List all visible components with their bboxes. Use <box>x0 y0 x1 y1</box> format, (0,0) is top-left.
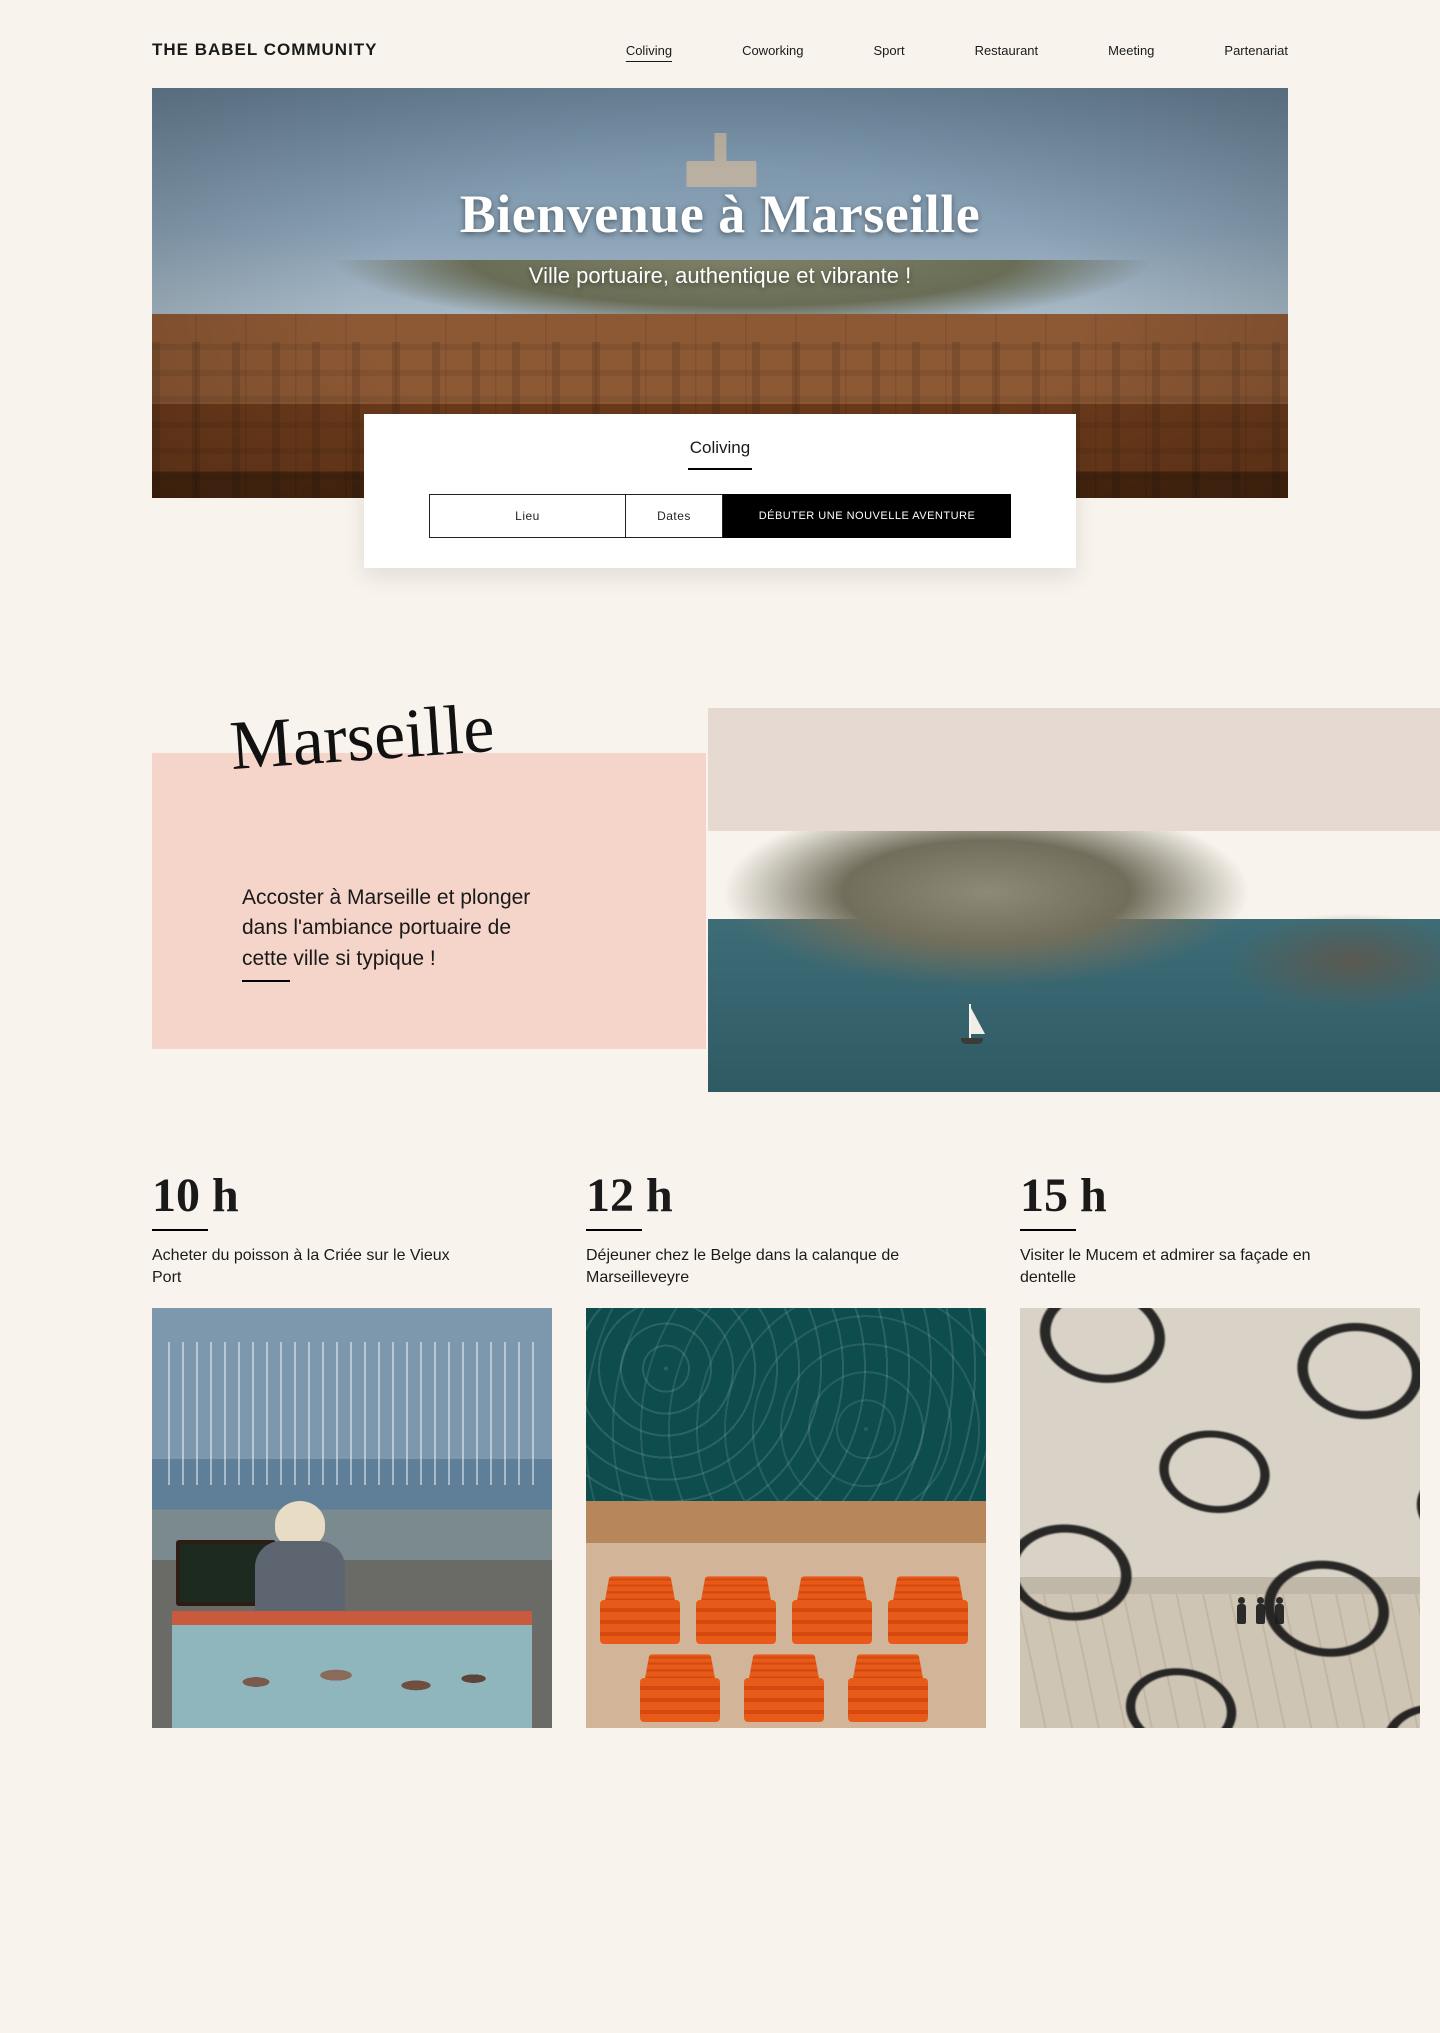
hour-card-10h: 10 h Acheter du poisson à la Criée sur l… <box>152 1168 552 1728</box>
nav-partenariat[interactable]: Partenariat <box>1224 43 1288 58</box>
city-lead: Accoster à Marseille et plonger dans l'a… <box>242 883 616 982</box>
hour-image <box>1020 1308 1420 1728</box>
hours-grid: 10 h Acheter du poisson à la Criée sur l… <box>152 1168 1420 1728</box>
city-lead-line: cette ville si typique ! <box>242 947 436 970</box>
booking-tab-coliving[interactable]: Coliving <box>688 432 752 470</box>
underline-decoration <box>152 1229 208 1231</box>
nav-sport[interactable]: Sport <box>873 43 904 58</box>
nav-meeting[interactable]: Meeting <box>1108 43 1154 58</box>
brand-logo[interactable]: THE BABEL COMMUNITY <box>152 40 378 60</box>
hero-title: Bienvenue à Marseille <box>460 183 980 245</box>
hour-time: 15 h <box>1020 1168 1420 1223</box>
nav-restaurant[interactable]: Restaurant <box>975 43 1039 58</box>
underline-decoration <box>1020 1229 1076 1231</box>
hero-subtitle: Ville portuaire, authentique et vibrante… <box>529 263 911 289</box>
city-photo <box>708 708 1440 1092</box>
mucem-mesh-icon <box>1020 1308 1420 1728</box>
underline-decoration <box>242 980 290 982</box>
site-header: THE BABEL COMMUNITY Coliving Coworking S… <box>152 0 1288 88</box>
hero: Bienvenue à Marseille Ville portuaire, a… <box>152 88 1288 498</box>
hour-card-12h: 12 h Déjeuner chez le Belge dans la cala… <box>586 1168 986 1728</box>
underline-decoration <box>586 1229 642 1231</box>
city-card: Accoster à Marseille et plonger dans l'a… <box>152 753 706 1049</box>
hour-time: 12 h <box>586 1168 986 1223</box>
hour-desc: Visiter le Mucem et admirer sa façade en… <box>1020 1245 1350 1288</box>
hour-card-15h: 15 h Visiter le Mucem et admirer sa faça… <box>1020 1168 1420 1728</box>
nav-coliving[interactable]: Coliving <box>626 43 672 58</box>
city-name-script: Marseille <box>228 694 497 782</box>
booking-field-lieu[interactable]: Lieu <box>429 494 625 538</box>
hour-desc: Déjeuner chez le Belge dans la calanque … <box>586 1245 916 1288</box>
hour-image <box>152 1308 552 1728</box>
city-lead-line: dans l'ambiance portuaire de <box>242 916 511 939</box>
booking-bar: Coliving Lieu Dates DÉBUTER UNE NOUVELLE… <box>364 414 1076 568</box>
nav-coworking[interactable]: Coworking <box>742 43 803 58</box>
hour-time: 10 h <box>152 1168 552 1223</box>
hour-desc: Acheter du poisson à la Criée sur le Vie… <box>152 1245 482 1288</box>
sailboat-icon <box>969 1004 971 1038</box>
hour-image <box>586 1308 986 1728</box>
city-intro: Accoster à Marseille et plonger dans l'a… <box>152 708 1288 1108</box>
booking-cta-button[interactable]: DÉBUTER UNE NOUVELLE AVENTURE <box>723 494 1011 538</box>
booking-field-dates[interactable]: Dates <box>625 494 723 538</box>
main-nav: Coliving Coworking Sport Restaurant Meet… <box>626 43 1288 58</box>
city-lead-line: Accoster à Marseille et plonger <box>242 886 530 909</box>
